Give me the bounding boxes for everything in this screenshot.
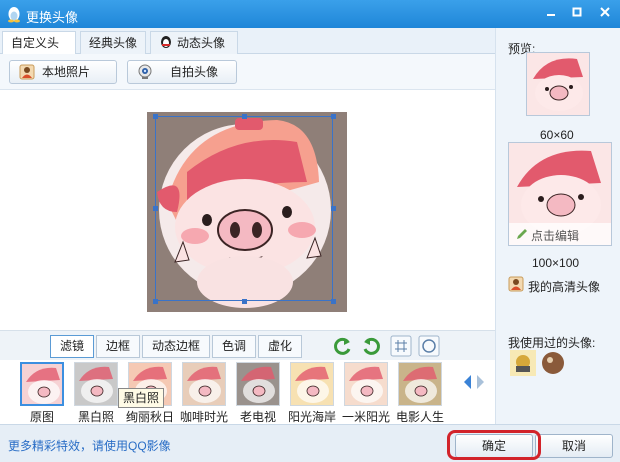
close-icon[interactable]	[594, 3, 616, 23]
tab-custom-avatar[interactable]: 自定义头像	[2, 31, 76, 72]
pencil-icon	[517, 229, 527, 239]
local-photo-label: 本地照片	[42, 65, 91, 79]
filter-label: 黑白照	[77, 410, 114, 424]
toolbar: 本地照片 自拍头像	[0, 54, 495, 90]
crop-handle[interactable]	[153, 299, 158, 304]
filter-thumbnail[interactable]	[74, 362, 118, 406]
filter-thumbnail[interactable]	[398, 362, 442, 406]
crop-handle[interactable]	[331, 206, 336, 211]
filter-label: 原图	[29, 410, 54, 424]
maximize-icon[interactable]	[566, 3, 588, 23]
tab-dynamic-border[interactable]: 动态边框	[142, 335, 210, 358]
crop-handle[interactable]	[242, 299, 247, 304]
filter-tab-label: 动态边框	[151, 339, 200, 353]
arrow-right-icon[interactable]	[476, 374, 486, 390]
window-title: 更换头像	[26, 10, 79, 25]
arrow-left-icon[interactable]	[462, 374, 472, 390]
tab-filter[interactable]: 滤镜	[50, 335, 94, 358]
tab-dynamic-avatar[interactable]: 动态头像	[150, 31, 238, 54]
filter-label: 老电视	[239, 410, 276, 424]
minimize-icon[interactable]	[540, 3, 562, 23]
image-editor	[0, 90, 495, 358]
filter-thumbnail[interactable]	[290, 362, 334, 406]
tab-blur[interactable]: 虚化	[258, 335, 302, 358]
filter-toolbar: 滤镜 边框 动态边框 色调 虚化	[0, 330, 495, 360]
user-photo-icon	[19, 64, 35, 80]
filter-thumbnail[interactable]	[182, 362, 226, 406]
tab-label: 经典头像	[89, 36, 138, 50]
filter-tab-label: 色调	[221, 339, 246, 353]
tooltip: 黑白照	[118, 388, 165, 408]
filter-tab-label: 滤镜	[59, 339, 84, 353]
title-bar: 更换头像	[0, 0, 620, 28]
tab-label: 动态头像	[177, 36, 226, 50]
rotate-left-icon[interactable]	[332, 335, 354, 357]
hd-avatar-icon	[508, 276, 524, 292]
filter-label: 阳光海岸	[287, 410, 336, 424]
used-avatar-2[interactable]	[540, 350, 566, 376]
used-avatars-label: 我使用过的头像:	[508, 336, 596, 350]
filter-label: 电影人生	[395, 410, 444, 424]
grid-icon[interactable]	[390, 335, 412, 357]
crop-selection[interactable]	[155, 116, 333, 301]
more-effects-link[interactable]: 更多精彩特效，请使用QQ影像	[8, 437, 171, 454]
preview-panel: 预览: 60×60 点击编辑 100×100 我的高清头像 我使用过的头像:	[495, 28, 620, 462]
filter-tab-label: 虚化	[267, 339, 292, 353]
selfie-button[interactable]: 自拍头像	[127, 60, 237, 84]
local-photo-button[interactable]: 本地照片	[9, 60, 117, 84]
editor-panel: 自定义头像 经典头像 动态头像 本地照片 自拍头像	[0, 28, 495, 462]
filter-thumbnail[interactable]	[20, 362, 64, 406]
qq-penguin-icon	[161, 36, 171, 48]
crop-handle[interactable]	[331, 114, 336, 119]
hd-avatar-link[interactable]: 我的高清头像	[528, 278, 600, 295]
tab-classic-avatar[interactable]: 经典头像	[80, 31, 146, 54]
tab-tone[interactable]: 色调	[212, 335, 256, 358]
cancel-button[interactable]: 取消	[535, 434, 613, 458]
rotate-right-icon[interactable]	[360, 335, 382, 357]
filter-label: 绚丽秋日	[125, 410, 174, 424]
webcam-icon	[138, 64, 152, 79]
crop-handle[interactable]	[153, 114, 158, 119]
crop-handle[interactable]	[153, 206, 158, 211]
crop-handle[interactable]	[331, 299, 336, 304]
preview-small	[526, 52, 590, 116]
filter-thumbnails: 原图 黑白照 绚丽秋日 咖啡时光 老电视 阳光海岸 一米阳光 电影人生	[0, 360, 495, 424]
highlight-annotation	[447, 430, 541, 460]
qq-penguin-icon	[8, 7, 20, 23]
edit-overlay[interactable]: 点击编辑	[509, 223, 611, 245]
filter-label: 咖啡时光	[179, 410, 228, 424]
crop-handle[interactable]	[242, 114, 247, 119]
filter-tab-label: 边框	[105, 339, 130, 353]
edit-label: 点击编辑	[531, 229, 580, 243]
avatar-tabs: 自定义头像 经典头像 动态头像	[0, 28, 495, 72]
filter-label: 一米阳光	[341, 410, 390, 424]
filter-thumbnail[interactable]	[344, 362, 388, 406]
tab-border[interactable]: 边框	[96, 335, 140, 358]
used-avatar-1[interactable]	[510, 350, 536, 376]
selfie-label: 自拍头像	[170, 65, 219, 79]
preview-small-size: 60×60	[540, 128, 574, 142]
preview-large-size: 100×100	[532, 256, 580, 270]
circle-crop-icon[interactable]	[418, 335, 440, 357]
filter-thumbnail[interactable]	[236, 362, 280, 406]
preview-large[interactable]: 点击编辑	[508, 142, 612, 246]
